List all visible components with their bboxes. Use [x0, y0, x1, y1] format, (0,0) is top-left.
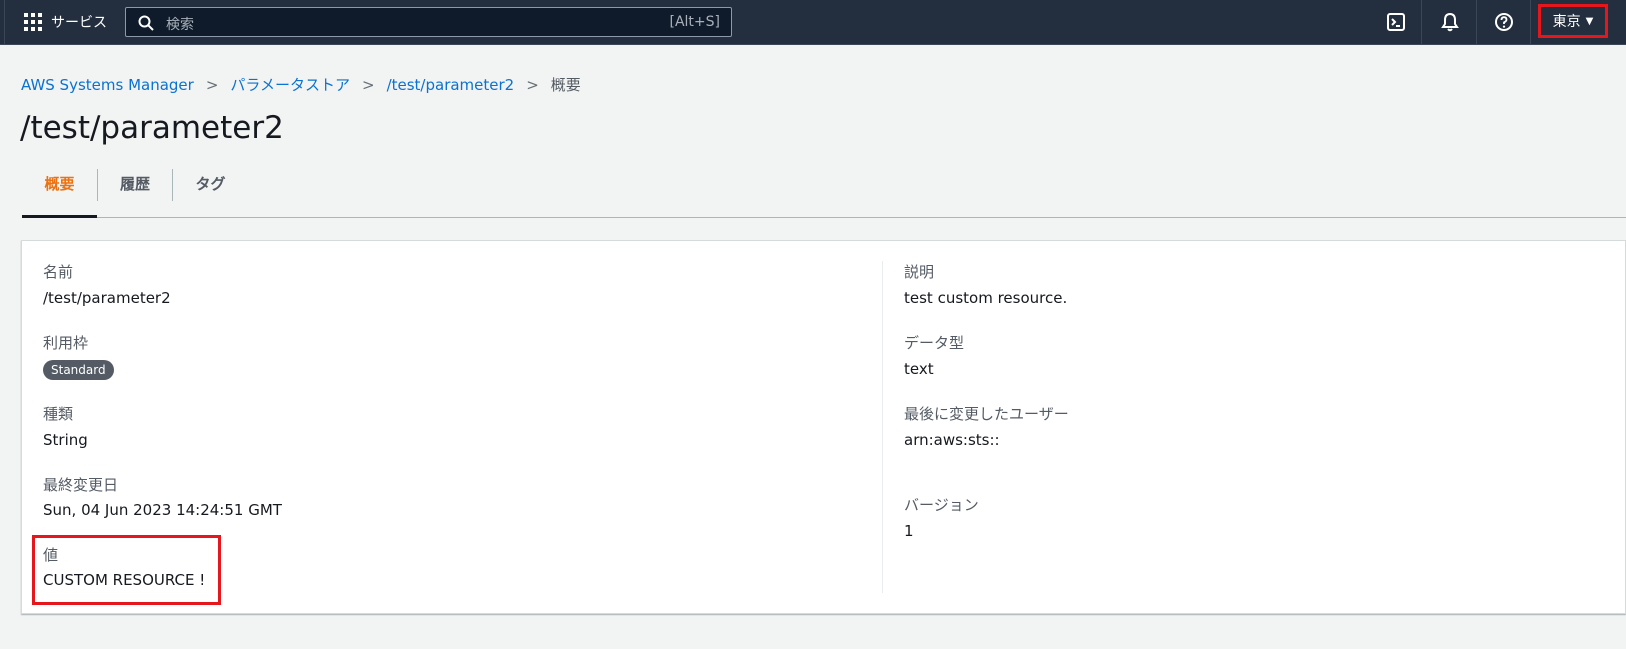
- breadcrumb-separator: >: [361, 75, 375, 94]
- grid-icon: [24, 13, 42, 31]
- nav-divider: [1530, 0, 1531, 44]
- tier-label: 利用枠: [43, 334, 89, 352]
- tab-overview[interactable]: 概要: [22, 168, 97, 218]
- search-input[interactable]: 検索 [Alt+S]: [125, 7, 732, 37]
- breadcrumb: AWS Systems Manager > パラメータストア > /test/p…: [21, 74, 581, 95]
- name-label: 名前: [43, 263, 74, 281]
- breadcrumb-link-parameter-store[interactable]: パラメータストア: [230, 74, 350, 95]
- nav-divider: [1476, 0, 1477, 44]
- last-modified-value: Sun, 04 Jun 2023 14:24:51 GMT: [43, 501, 282, 519]
- breadcrumb-separator: >: [526, 75, 539, 94]
- services-menu-button[interactable]: サービス: [24, 10, 107, 34]
- services-label: サービス: [51, 15, 107, 31]
- tab-bar: 概要 履歴 タグ: [22, 168, 1626, 218]
- description-label: 説明: [904, 263, 935, 281]
- version-label: バージョン: [904, 496, 979, 514]
- notifications-icon[interactable]: [1440, 12, 1460, 32]
- last-modified-user-value: arn:aws:sts::: [904, 431, 1000, 449]
- value-value: CUSTOM RESOURCE !: [43, 571, 206, 589]
- value-label: 値: [43, 546, 59, 564]
- region-selector[interactable]: 東京 ▼: [1538, 4, 1608, 38]
- region-label: 東京: [1552, 14, 1581, 30]
- cloudshell-icon[interactable]: [1386, 12, 1406, 32]
- search-icon: [138, 15, 154, 31]
- breadcrumb-current: 概要: [550, 76, 581, 94]
- tier-badge: Standard: [43, 360, 114, 380]
- breadcrumb-link-parameter[interactable]: /test/parameter2: [387, 76, 515, 94]
- type-label: 種類: [43, 405, 74, 423]
- description-value: test custom resource.: [904, 289, 1068, 307]
- tab-tags[interactable]: タグ: [173, 168, 248, 217]
- breadcrumb-link-systems-manager[interactable]: AWS Systems Manager: [21, 76, 194, 94]
- help-icon[interactable]: [1494, 12, 1514, 32]
- version-value: 1: [904, 522, 914, 540]
- tab-history[interactable]: 履歴: [98, 168, 172, 217]
- last-modified-label: 最終変更日: [43, 476, 119, 494]
- page-title: /test/parameter2: [20, 110, 284, 146]
- type-value: String: [43, 431, 88, 449]
- data-type-value: text: [904, 360, 934, 378]
- breadcrumb-separator: >: [205, 75, 219, 94]
- last-modified-user-label: 最後に変更したユーザー: [904, 405, 1069, 423]
- details-panel: 名前 /test/parameter2 利用枠 Standard 種類 Stri…: [21, 240, 1626, 614]
- name-value: /test/parameter2: [43, 289, 171, 307]
- nav-divider: [4, 0, 5, 44]
- value-highlight-box: [32, 535, 221, 605]
- column-divider: [882, 261, 883, 593]
- caret-down-icon: ▼: [1585, 15, 1594, 27]
- data-type-label: データ型: [904, 334, 965, 352]
- top-navigation: サービス 検索 [Alt+S] 東京 ▼: [0, 0, 1626, 45]
- search-shortcut: [Alt+S]: [669, 14, 721, 30]
- search-placeholder: 検索: [166, 17, 194, 33]
- nav-divider: [1421, 0, 1422, 44]
